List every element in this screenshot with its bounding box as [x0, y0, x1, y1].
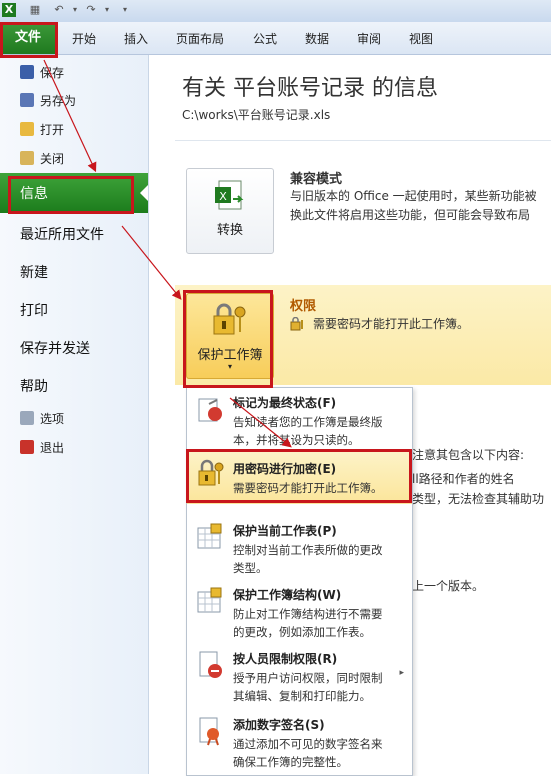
inspect-text-line2: ll路径和作者的姓名 — [412, 472, 515, 486]
menu-item-desc: 通过添加不可见的数字签名来 — [233, 737, 383, 751]
menu-item-title: 添加数字签名(S) — [233, 718, 325, 732]
annotation-box-encrypt — [186, 449, 412, 503]
tab-home[interactable]: 开始 — [72, 30, 96, 47]
compat-desc-line2: 换此文件将启用这些功能，但可能会导致布局 — [290, 208, 531, 222]
ribbon-tabs: 文件 开始 插入 页面布局 公式 数据 审阅 视图 — [0, 22, 551, 55]
quick-access-toolbar: X ▦ ↶ ▾ ↷ ▾ ▾ — [0, 0, 551, 22]
sidebar-item-print[interactable]: 打印 — [20, 300, 48, 320]
tab-page-layout[interactable]: 页面布局 — [176, 30, 224, 47]
menu-item-desc: 的更改，例如添加工作表。 — [233, 625, 371, 639]
mark-final-icon — [198, 398, 222, 422]
menu-item-desc: 防止对工作簿结构进行不需要 — [233, 607, 383, 621]
compat-desc-line1: 与旧版本的 Office 一起使用时，某些新功能被 — [290, 189, 537, 203]
sidebar-item-open[interactable]: 打开 — [20, 120, 64, 140]
menu-item-title: 按人员限制权限(R) — [233, 652, 338, 666]
sidebar-item-new[interactable]: 新建 — [20, 262, 48, 282]
menu-item-desc: 授予用户访问权限，同时限制 — [233, 671, 383, 685]
restrict-permission-icon — [199, 651, 222, 678]
menu-item-desc: 控制对当前工作表所做的更改 — [233, 543, 383, 557]
customize-qat-icon[interactable]: ▾ — [118, 3, 132, 17]
inspect-text-line1: 注意其包含以下内容: — [412, 448, 525, 462]
compat-title: 兼容模式 — [290, 172, 343, 187]
menu-item-mark-final[interactable]: 标记为最终状态(F) 告知读者您的工作簿是最终版 本，并将其设为只读的。 — [187, 394, 412, 452]
folder-close-icon — [20, 151, 34, 165]
annotation-box-file-tab — [0, 22, 58, 58]
sidebar-item-label: 打开 — [40, 123, 65, 137]
backstage-sidebar: 保存 另存为 打开 关闭 信息 最近所用文件 新建 打印 保存并发送 帮助 选项… — [0, 55, 149, 774]
tab-data[interactable]: 数据 — [305, 30, 329, 47]
submenu-arrow-icon: ▸ — [399, 668, 404, 678]
page-title: 有关 平台账号记录 的信息 — [182, 76, 438, 101]
protect-structure-icon — [197, 587, 222, 613]
protect-sheet-icon — [197, 523, 222, 549]
redo-icon[interactable]: ↷ — [84, 3, 98, 17]
sidebar-item-save[interactable]: 保存 — [20, 63, 64, 83]
folder-open-icon — [20, 122, 34, 136]
digital-signature-icon — [199, 717, 219, 746]
undo-dropdown-icon[interactable]: ▾ — [68, 3, 82, 17]
tab-insert[interactable]: 插入 — [124, 30, 148, 47]
menu-item-desc: 其编辑、复制和打印能力。 — [233, 689, 371, 703]
sidebar-item-save-send[interactable]: 保存并发送 — [20, 338, 90, 358]
menu-item-title: 保护工作簿结构(W) — [233, 588, 342, 602]
versions-text: 上一个版本。 — [412, 579, 485, 593]
sidebar-item-options[interactable]: 选项 — [20, 409, 64, 429]
convert-button-label: 转换 — [216, 223, 243, 238]
sidebar-item-label: 另存为 — [40, 94, 77, 108]
undo-icon[interactable]: ↶ — [52, 3, 66, 17]
inspect-text-line3: 类型，无法检查其辅助功 — [412, 492, 545, 506]
menu-item-restrict-permission[interactable]: 按人员限制权限(R) 授予用户访问权限，同时限制 其编辑、复制和打印能力。 ▸ — [187, 646, 412, 704]
sidebar-item-label: 退出 — [40, 441, 65, 455]
excel-icon[interactable]: X — [2, 3, 16, 17]
sidebar-item-label: 选项 — [40, 412, 65, 426]
menu-item-digital-signature[interactable]: 添加数字签名(S) 通过添加不可见的数字签名来 确保工作簿的完整性。 — [187, 712, 412, 770]
selected-notch — [140, 185, 148, 201]
menu-item-title: 标记为最终状态(F) — [233, 396, 337, 410]
permissions-title: 权限 — [290, 299, 317, 314]
redo-dropdown-icon[interactable]: ▾ — [100, 3, 114, 17]
sidebar-item-close[interactable]: 关闭 — [20, 149, 64, 169]
sidebar-item-recent[interactable]: 最近所用文件 — [20, 224, 104, 244]
sidebar-item-save-as[interactable]: 另存为 — [20, 91, 76, 111]
protect-workbook-menu: 标记为最终状态(F) 告知读者您的工作簿是最终版 本，并将其设为只读的。 用密码… — [186, 387, 413, 776]
tab-view[interactable]: 视图 — [409, 30, 433, 47]
sidebar-item-label: 关闭 — [40, 152, 65, 166]
annotation-box-protect-workbook — [183, 290, 273, 388]
tab-review[interactable]: 审阅 — [357, 30, 381, 47]
save-as-icon — [20, 93, 34, 107]
options-icon — [20, 411, 34, 425]
menu-item-desc: 本，并将其设为只读的。 — [233, 433, 360, 447]
menu-item-protect-sheet[interactable]: 保护当前工作表(P) 控制对当前工作表所做的更改 类型。 — [187, 518, 412, 576]
menu-item-desc: 确保工作簿的完整性。 — [233, 755, 348, 769]
permission-lock-icon — [290, 317, 303, 331]
tab-formulas[interactable]: 公式 — [253, 30, 277, 47]
excel-convert-icon: X — [215, 180, 244, 210]
permissions-desc: 需要密码才能打开此工作簿。 — [313, 317, 470, 331]
exit-icon — [20, 440, 34, 454]
sidebar-item-label: 保存 — [40, 66, 65, 80]
convert-button[interactable]: X 转换 — [186, 168, 274, 254]
sidebar-item-exit[interactable]: 退出 — [20, 438, 64, 458]
divider — [175, 140, 551, 141]
menu-item-title: 保护当前工作表(P) — [233, 524, 337, 538]
save-icon[interactable]: ▦ — [28, 3, 42, 17]
menu-item-desc: 告知读者您的工作簿是最终版 — [233, 415, 383, 429]
annotation-box-info — [8, 176, 134, 214]
menu-item-protect-structure[interactable]: 保护工作簿结构(W) 防止对工作簿结构进行不需要 的更改，例如添加工作表。 — [187, 582, 412, 640]
save-icon — [20, 65, 34, 79]
svg-text:X: X — [219, 190, 227, 203]
menu-item-desc: 类型。 — [233, 561, 268, 575]
file-path: C:\works\平台账号记录.xls — [182, 108, 331, 122]
sidebar-item-help[interactable]: 帮助 — [20, 376, 48, 396]
